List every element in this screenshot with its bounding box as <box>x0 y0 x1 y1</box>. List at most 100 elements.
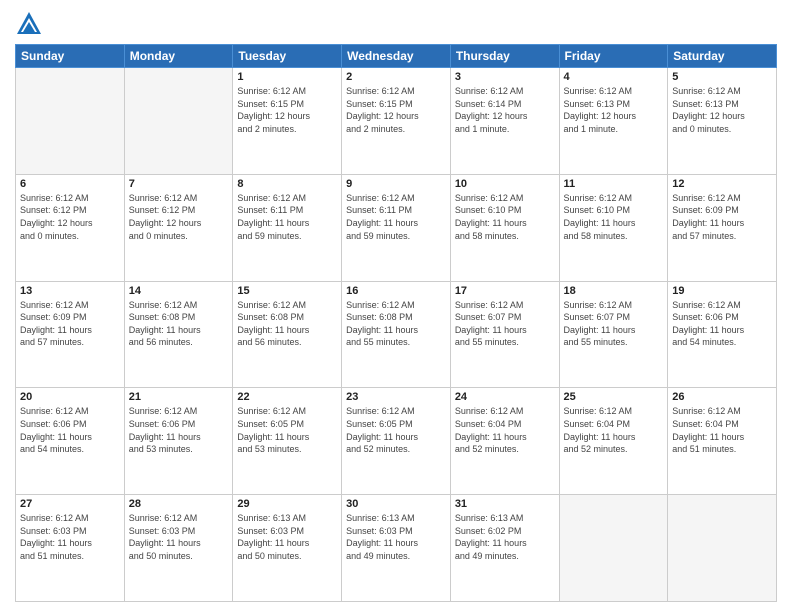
calendar-cell: 25 Sunrise: 6:12 AMSunset: 6:04 PMDayligh… <box>559 388 668 495</box>
day-number: 6 <box>20 178 120 190</box>
calendar-cell: 6Sunrise: 6:12 AMSunset: 6:12 PMDaylight… <box>16 174 125 281</box>
day-number: 29 <box>237 498 337 510</box>
calendar-cell: 15Sunrise: 6:12 AMSunset: 6:08 PMDayligh… <box>233 281 342 388</box>
day-info: Sunrise: 6:12 AMSunset: 6:09 PMDaylight:… <box>672 192 772 242</box>
day-number: 5 <box>672 71 772 83</box>
day-info: Sunrise: 6:12 AMSunset: 6:06 PMDaylight:… <box>129 405 229 455</box>
calendar-cell: 22Sunrise: 6:12 AMSunset: 6:05 PMDayligh… <box>233 388 342 495</box>
day-number: 25 <box>564 391 664 403</box>
day-info: Sunrise: 6:12 AMSunset: 6:03 PMDaylight:… <box>129 512 229 562</box>
day-info: Sunrise: 6:12 AMSunset: 6:07 PMDaylight:… <box>455 299 555 349</box>
day-info: Sunrise: 6:12 AMSunset: 6:11 PMDaylight:… <box>346 192 446 242</box>
day-of-week-saturday: Saturday <box>668 45 777 68</box>
day-number: 14 <box>129 285 229 297</box>
day-info: Sunrise: 6:12 AMSunset: 6:07 PMDaylight:… <box>564 299 664 349</box>
day-number: 1 <box>237 71 337 83</box>
calendar-cell <box>559 495 668 602</box>
day-info: Sunrise: 6:12 AMSunset: 6:04 PMDaylight:… <box>672 405 772 455</box>
calendar-cell: 30Sunrise: 6:13 AMSunset: 6:03 PMDayligh… <box>342 495 451 602</box>
calendar-cell: 5 Sunrise: 6:12 AMSunset: 6:13 PMDaylight… <box>668 68 777 175</box>
calendar-cell: 23 Sunrise: 6:12 AMSunset: 6:05 PMDayligh… <box>342 388 451 495</box>
day-info: Sunrise: 6:12 AMSunset: 6:04 PMDaylight:… <box>564 405 664 455</box>
day-info: Sunrise: 6:12 AMSunset: 6:13 PMDaylight:… <box>564 85 664 135</box>
day-of-week-sunday: Sunday <box>16 45 125 68</box>
day-number: 24 <box>455 391 555 403</box>
calendar-cell: 4 Sunrise: 6:12 AMSunset: 6:13 PMDaylight… <box>559 68 668 175</box>
calendar-cell: 13 Sunrise: 6:12 AMSunset: 6:09 PMDayligh… <box>16 281 125 388</box>
day-of-week-tuesday: Tuesday <box>233 45 342 68</box>
day-info: Sunrise: 6:12 AMSunset: 6:05 PMDaylight:… <box>346 405 446 455</box>
day-number: 21 <box>129 391 229 403</box>
calendar-cell: 31Sunrise: 6:13 AMSunset: 6:02 PMDayligh… <box>450 495 559 602</box>
day-info: Sunrise: 6:12 AMSunset: 6:11 PMDaylight:… <box>237 192 337 242</box>
day-info: Sunrise: 6:12 AMSunset: 6:08 PMDaylight:… <box>129 299 229 349</box>
calendar-cell: 1 Sunrise: 6:12 AMSunset: 6:15 PMDaylight… <box>233 68 342 175</box>
calendar-cell <box>124 68 233 175</box>
calendar-cell: 21 Sunrise: 6:12 AMSunset: 6:06 PMDayligh… <box>124 388 233 495</box>
calendar-cell: 2 Sunrise: 6:12 AMSunset: 6:15 PMDaylight… <box>342 68 451 175</box>
week-row-4: 20 Sunrise: 6:12 AMSunset: 6:06 PMDayligh… <box>16 388 777 495</box>
day-info: Sunrise: 6:12 AMSunset: 6:06 PMDaylight:… <box>672 299 772 349</box>
calendar-cell: 16Sunrise: 6:12 AMSunset: 6:08 PMDayligh… <box>342 281 451 388</box>
logo <box>15 10 46 38</box>
calendar-cell: 11 Sunrise: 6:12 AMSunset: 6:10 PMDayligh… <box>559 174 668 281</box>
day-of-week-monday: Monday <box>124 45 233 68</box>
day-info: Sunrise: 6:12 AMSunset: 6:12 PMDaylight:… <box>129 192 229 242</box>
day-info: Sunrise: 6:13 AMSunset: 6:03 PMDaylight:… <box>346 512 446 562</box>
day-number: 2 <box>346 71 446 83</box>
calendar-table: SundayMondayTuesdayWednesdayThursdayFrid… <box>15 44 777 602</box>
calendar-cell: 12 Sunrise: 6:12 AMSunset: 6:09 PMDayligh… <box>668 174 777 281</box>
day-number: 4 <box>564 71 664 83</box>
calendar-cell: 24Sunrise: 6:12 AMSunset: 6:04 PMDayligh… <box>450 388 559 495</box>
calendar-cell: 8 Sunrise: 6:12 AMSunset: 6:11 PMDaylight… <box>233 174 342 281</box>
calendar-cell: 7 Sunrise: 6:12 AMSunset: 6:12 PMDaylight… <box>124 174 233 281</box>
week-row-3: 13 Sunrise: 6:12 AMSunset: 6:09 PMDayligh… <box>16 281 777 388</box>
calendar-body: 1 Sunrise: 6:12 AMSunset: 6:15 PMDaylight… <box>16 68 777 602</box>
day-info: Sunrise: 6:12 AMSunset: 6:15 PMDaylight:… <box>346 85 446 135</box>
day-number: 9 <box>346 178 446 190</box>
calendar-cell: 14 Sunrise: 6:12 AMSunset: 6:08 PMDayligh… <box>124 281 233 388</box>
day-info: Sunrise: 6:12 AMSunset: 6:08 PMDaylight:… <box>237 299 337 349</box>
day-info: Sunrise: 6:12 AMSunset: 6:09 PMDaylight:… <box>20 299 120 349</box>
day-info: Sunrise: 6:12 AMSunset: 6:03 PMDaylight:… <box>20 512 120 562</box>
day-info: Sunrise: 6:12 AMSunset: 6:14 PMDaylight:… <box>455 85 555 135</box>
day-info: Sunrise: 6:12 AMSunset: 6:08 PMDaylight:… <box>346 299 446 349</box>
day-number: 3 <box>455 71 555 83</box>
day-info: Sunrise: 6:12 AMSunset: 6:13 PMDaylight:… <box>672 85 772 135</box>
day-info: Sunrise: 6:12 AMSunset: 6:15 PMDaylight:… <box>237 85 337 135</box>
day-number: 22 <box>237 391 337 403</box>
day-number: 11 <box>564 178 664 190</box>
calendar-cell: 19 Sunrise: 6:12 AMSunset: 6:06 PMDayligh… <box>668 281 777 388</box>
calendar-cell: 17Sunrise: 6:12 AMSunset: 6:07 PMDayligh… <box>450 281 559 388</box>
calendar-cell: 29 Sunrise: 6:13 AMSunset: 6:03 PMDayligh… <box>233 495 342 602</box>
day-number: 13 <box>20 285 120 297</box>
day-of-week-friday: Friday <box>559 45 668 68</box>
days-of-week-row: SundayMondayTuesdayWednesdayThursdayFrid… <box>16 45 777 68</box>
day-number: 8 <box>237 178 337 190</box>
day-number: 27 <box>20 498 120 510</box>
day-number: 7 <box>129 178 229 190</box>
day-number: 19 <box>672 285 772 297</box>
calendar-cell: 18Sunrise: 6:12 AMSunset: 6:07 PMDayligh… <box>559 281 668 388</box>
week-row-1: 1 Sunrise: 6:12 AMSunset: 6:15 PMDaylight… <box>16 68 777 175</box>
day-number: 31 <box>455 498 555 510</box>
calendar-cell: 9 Sunrise: 6:12 AMSunset: 6:11 PMDaylight… <box>342 174 451 281</box>
day-number: 20 <box>20 391 120 403</box>
day-info: Sunrise: 6:12 AMSunset: 6:10 PMDaylight:… <box>564 192 664 242</box>
day-number: 12 <box>672 178 772 190</box>
day-of-week-thursday: Thursday <box>450 45 559 68</box>
calendar-cell: 28 Sunrise: 6:12 AMSunset: 6:03 PMDayligh… <box>124 495 233 602</box>
day-info: Sunrise: 6:12 AMSunset: 6:06 PMDaylight:… <box>20 405 120 455</box>
day-number: 26 <box>672 391 772 403</box>
day-info: Sunrise: 6:12 AMSunset: 6:10 PMDaylight:… <box>455 192 555 242</box>
calendar-cell <box>16 68 125 175</box>
day-info: Sunrise: 6:13 AMSunset: 6:03 PMDaylight:… <box>237 512 337 562</box>
calendar-header: SundayMondayTuesdayWednesdayThursdayFrid… <box>16 45 777 68</box>
week-row-2: 6 Sunrise: 6:12 AMSunset: 6:12 PMDaylight… <box>16 174 777 281</box>
day-number: 23 <box>346 391 446 403</box>
day-of-week-wednesday: Wednesday <box>342 45 451 68</box>
day-number: 28 <box>129 498 229 510</box>
calendar-cell <box>668 495 777 602</box>
calendar-cell: 20 Sunrise: 6:12 AMSunset: 6:06 PMDayligh… <box>16 388 125 495</box>
week-row-5: 27 Sunrise: 6:12 AMSunset: 6:03 PMDayligh… <box>16 495 777 602</box>
